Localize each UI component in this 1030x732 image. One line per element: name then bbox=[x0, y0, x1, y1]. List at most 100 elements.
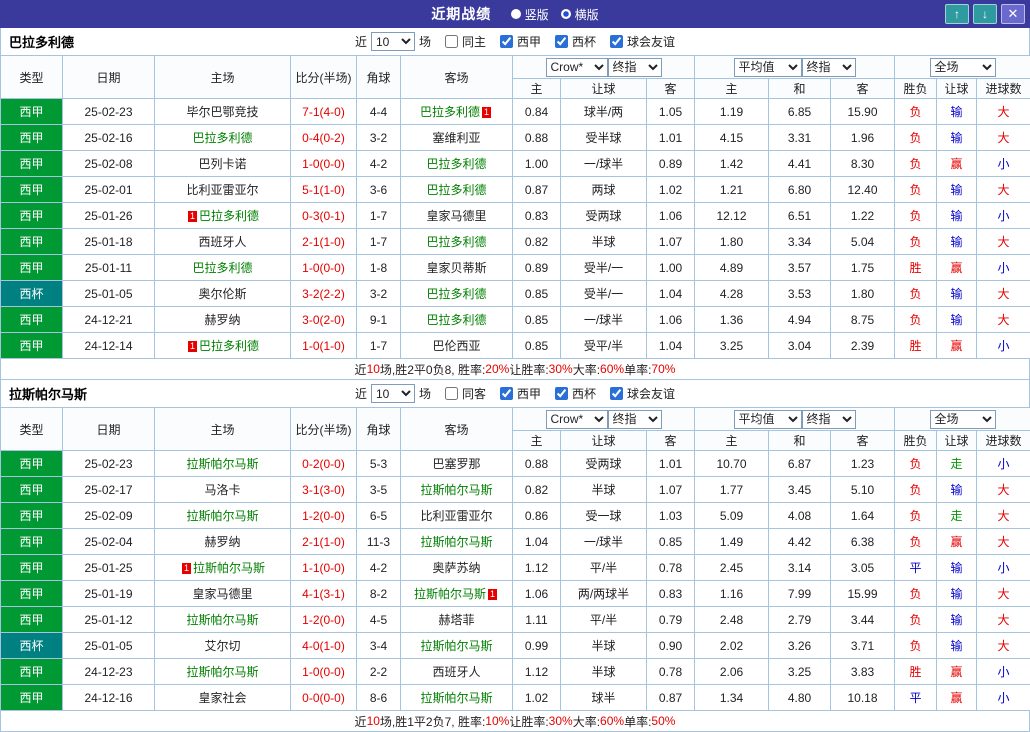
away-team-cell: 拉斯帕尔马斯 bbox=[400, 528, 513, 555]
filter-checkbox-西杯[interactable] bbox=[555, 35, 569, 48]
col-header: 类型 bbox=[0, 55, 63, 99]
home-team-link[interactable]: 巴拉多利德 bbox=[192, 261, 252, 275]
away-team-link[interactable]: 塞维利亚 bbox=[432, 131, 480, 145]
home-team-link[interactable]: 赫罗纳 bbox=[204, 535, 240, 549]
handicap-time-select[interactable]: 终指 bbox=[607, 57, 662, 77]
home-team-link[interactable]: 赫罗纳 bbox=[204, 313, 240, 327]
home-team-link[interactable]: 艾尔切 bbox=[204, 639, 240, 653]
home-team-link[interactable]: 毕尔巴鄂竞技 bbox=[186, 105, 258, 119]
move-up-button[interactable]: ↑ bbox=[945, 4, 969, 24]
summary-segment: 10 bbox=[366, 714, 380, 728]
home-team-link[interactable]: 拉斯帕尔马斯 bbox=[186, 457, 258, 471]
match-score[interactable]: 3-0(2-0) bbox=[290, 306, 357, 333]
match-score[interactable]: 1-0(0-0) bbox=[290, 254, 357, 281]
away-team-link[interactable]: 皇家马德里 bbox=[426, 209, 486, 223]
away-team-link[interactable]: 拉斯帕尔马斯 bbox=[420, 691, 492, 705]
scope-select[interactable]: 全场 bbox=[929, 57, 996, 77]
away-team-link[interactable]: 巴拉多利德 bbox=[426, 287, 486, 301]
filter-checkbox-西杯[interactable] bbox=[555, 387, 569, 400]
match-count-select[interactable]: 10 bbox=[370, 32, 415, 51]
scope-select[interactable]: 全场 bbox=[929, 409, 996, 429]
match-score[interactable]: 0-4(0-2) bbox=[290, 124, 357, 151]
away-team-link[interactable]: 比利亚雷亚尔 bbox=[420, 509, 492, 523]
away-team-link[interactable]: 巴伦西亚 bbox=[432, 339, 480, 353]
home-team-link[interactable]: 马洛卡 bbox=[204, 483, 240, 497]
handicap-away-odds: 0.85 bbox=[646, 528, 695, 555]
match-count-select[interactable]: 10 bbox=[370, 384, 415, 403]
league-badge: 西甲 bbox=[0, 580, 63, 607]
home-team-link[interactable]: 巴列卡诺 bbox=[198, 157, 246, 171]
away-team-link[interactable]: 巴塞罗那 bbox=[432, 457, 480, 471]
result-handicap: 输 bbox=[936, 98, 977, 125]
away-team-link[interactable]: 拉斯帕尔马斯 bbox=[420, 535, 492, 549]
close-button[interactable]: ✕ bbox=[1001, 4, 1025, 24]
handicap-home-odds: 0.99 bbox=[512, 632, 561, 659]
match-score[interactable]: 1-2(0-0) bbox=[290, 606, 357, 633]
home-team-link[interactable]: 巴拉多利德 bbox=[199, 209, 259, 223]
match-score[interactable]: 5-1(1-0) bbox=[290, 176, 357, 203]
home-team-link[interactable]: 西班牙人 bbox=[198, 235, 246, 249]
away-team-link[interactable]: 皇家贝蒂斯 bbox=[426, 261, 486, 275]
match-score[interactable]: 0-3(0-1) bbox=[290, 202, 357, 229]
away-team-link[interactable]: 西班牙人 bbox=[432, 665, 480, 679]
match-score[interactable]: 0-2(0-0) bbox=[290, 450, 357, 477]
match-score[interactable]: 1-2(0-0) bbox=[290, 502, 357, 529]
home-team-link[interactable]: 巴拉多利德 bbox=[192, 131, 252, 145]
euro-time-select[interactable]: 终指 bbox=[801, 57, 856, 77]
away-team-link[interactable]: 拉斯帕尔马斯 bbox=[414, 587, 486, 601]
handicap-time-select[interactable]: 终指 bbox=[607, 409, 662, 429]
move-down-button[interactable]: ↓ bbox=[973, 4, 997, 24]
away-team-link[interactable]: 奥萨苏纳 bbox=[432, 561, 480, 575]
away-team-link[interactable]: 巴拉多利德 bbox=[426, 235, 486, 249]
radio-horizontal-layout[interactable]: 横版 bbox=[560, 6, 599, 23]
match-score[interactable]: 1-0(0-0) bbox=[290, 658, 357, 685]
match-score[interactable]: 2-1(1-0) bbox=[290, 228, 357, 255]
filter-checkbox-同主[interactable] bbox=[444, 35, 458, 48]
euro-away-odds: 6.38 bbox=[830, 528, 895, 555]
away-team-link[interactable]: 巴拉多利德 bbox=[426, 157, 486, 171]
home-team-link[interactable]: 皇家马德里 bbox=[192, 587, 252, 601]
away-team-link[interactable]: 拉斯帕尔马斯 bbox=[420, 639, 492, 653]
away-team-link[interactable]: 拉斯帕尔马斯 bbox=[420, 483, 492, 497]
filter-checkbox-球会友谊[interactable] bbox=[610, 387, 624, 400]
home-team-link[interactable]: 皇家社会 bbox=[198, 691, 246, 705]
away-team-link[interactable]: 赫塔菲 bbox=[438, 613, 474, 627]
bookmaker-select[interactable]: Crow* bbox=[545, 57, 608, 77]
bookmaker-select[interactable]: Crow* bbox=[545, 409, 608, 429]
home-team-link[interactable]: 拉斯帕尔马斯 bbox=[186, 613, 258, 627]
radio-icon bbox=[510, 9, 521, 19]
home-team-link[interactable]: 拉斯帕尔马斯 bbox=[186, 509, 258, 523]
match-score[interactable]: 1-0(1-0) bbox=[290, 332, 357, 359]
match-score[interactable]: 3-2(2-2) bbox=[290, 280, 357, 307]
match-score[interactable]: 7-1(4-0) bbox=[290, 98, 357, 125]
average-select[interactable]: 平均值 bbox=[733, 409, 802, 429]
home-team-link[interactable]: 巴拉多利德 bbox=[199, 339, 259, 353]
match-score[interactable]: 1-1(0-0) bbox=[290, 554, 357, 581]
home-team-link[interactable]: 比利亚雷亚尔 bbox=[186, 183, 258, 197]
away-team-link[interactable]: 巴拉多利德 bbox=[426, 313, 486, 327]
away-team-link[interactable]: 巴拉多利德 bbox=[420, 105, 480, 119]
home-team-link[interactable]: 拉斯帕尔马斯 bbox=[193, 561, 265, 575]
match-score[interactable]: 2-1(1-0) bbox=[290, 528, 357, 555]
euro-time-select[interactable]: 终指 bbox=[801, 409, 856, 429]
close-icon: ✕ bbox=[1007, 6, 1019, 21]
match-score[interactable]: 4-1(3-1) bbox=[290, 580, 357, 607]
filter-checkbox-球会友谊[interactable] bbox=[610, 35, 624, 48]
radio-vertical-layout[interactable]: 竖版 bbox=[510, 6, 549, 23]
match-score[interactable]: 0-0(0-0) bbox=[290, 684, 357, 711]
match-score[interactable]: 4-0(1-0) bbox=[290, 632, 357, 659]
filter-checkbox-label: 球会友谊 bbox=[627, 387, 676, 401]
match-score[interactable]: 1-0(0-0) bbox=[290, 150, 357, 177]
layout-radio-group: 竖版 横版 bbox=[510, 6, 599, 23]
away-team-cell: 巴拉多利德 bbox=[400, 176, 513, 203]
col-header: 日期 bbox=[62, 407, 155, 451]
filter-checkbox-西甲[interactable] bbox=[500, 35, 513, 48]
average-select[interactable]: 平均值 bbox=[733, 57, 802, 77]
home-team-link[interactable]: 奥尔伦斯 bbox=[198, 287, 246, 301]
filter-checkbox-同客[interactable] bbox=[444, 387, 458, 400]
filter-checkbox-西甲[interactable] bbox=[500, 387, 513, 400]
away-team-link[interactable]: 巴拉多利德 bbox=[426, 183, 486, 197]
home-team-link[interactable]: 拉斯帕尔马斯 bbox=[186, 665, 258, 679]
down-arrow-icon: ↓ bbox=[982, 7, 988, 21]
match-score[interactable]: 3-1(3-0) bbox=[290, 476, 357, 503]
